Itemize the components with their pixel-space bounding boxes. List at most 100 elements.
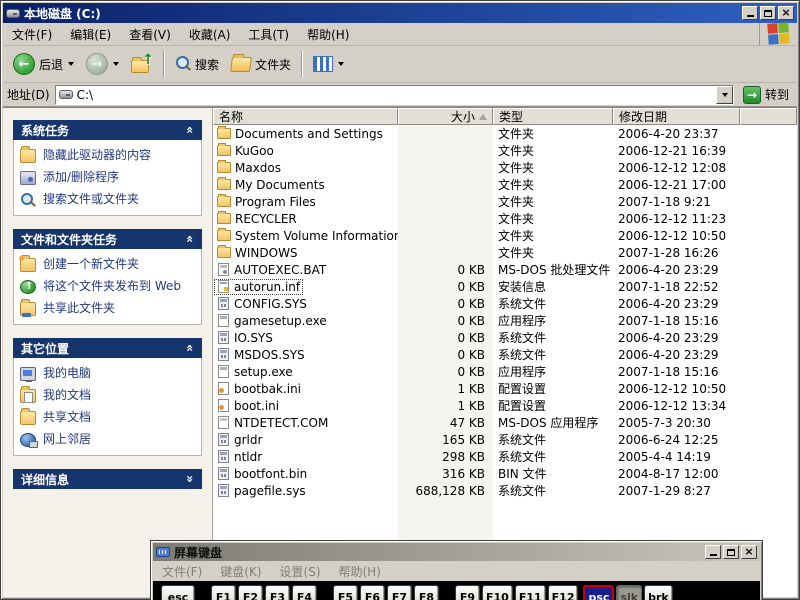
file-row[interactable]: boot.ini 1 KB 配置设置 2006-12-12 13:34	[213, 397, 797, 414]
key-F4[interactable]: F4	[292, 585, 317, 600]
task-link[interactable]: 网上邻居	[20, 432, 195, 448]
key-F8[interactable]: F8	[414, 585, 439, 600]
task-link-label: 共享此文件夹	[43, 301, 116, 315]
task-link[interactable]: 添加/删除程序	[20, 170, 195, 185]
file-row[interactable]: pagefile.sys 688,128 KB 系统文件 2007-1-29 8:27	[213, 482, 797, 499]
minimize-button[interactable]	[742, 6, 758, 20]
keyboard-menu-item[interactable]: 设置(S)	[271, 563, 330, 580]
menu-item[interactable]: 收藏(A)	[180, 26, 240, 43]
file-name-wrap: NTDETECT.COM	[215, 416, 330, 430]
file-size: 165 KB	[442, 432, 485, 447]
section-header[interactable]: 详细信息 »	[13, 469, 202, 489]
task-link[interactable]: 将这个文件夹发布到 Web	[20, 279, 195, 294]
task-link[interactable]: 搜索文件或文件夹	[20, 192, 195, 207]
file-size: 1 KB	[457, 398, 485, 413]
views-dropdown-icon[interactable]	[338, 62, 345, 66]
file-row[interactable]: bootfont.bin 316 KB BIN 文件 2004-8-17 12:00	[213, 465, 797, 482]
file-type: 系统文件	[498, 450, 547, 464]
file-row[interactable]: MSDOS.SYS 0 KB 系统文件 2006-4-20 23:29	[213, 346, 797, 363]
menu-item[interactable]: 文件(F)	[3, 26, 61, 43]
section-header[interactable]: 文件和文件夹任务 «	[13, 229, 202, 249]
key-esc[interactable]: esc	[161, 585, 195, 600]
task-link[interactable]: 我的电脑	[20, 366, 195, 382]
file-icon	[218, 348, 229, 361]
menu-item[interactable]: 编辑(E)	[61, 26, 120, 43]
file-name: gamesetup.exe	[234, 313, 327, 328]
file-row[interactable]: grldr 165 KB 系统文件 2006-6-24 12:25	[213, 431, 797, 448]
file-row[interactable]: AUTOEXEC.BAT 0 KB MS-DOS 批处理文件 2006-4-20 23…	[213, 261, 797, 278]
minimize-button[interactable]	[705, 545, 721, 559]
forward-button[interactable]: →	[81, 49, 124, 79]
file-row[interactable]: Maxdos 文件夹 2006-12-12 12:08	[213, 159, 797, 176]
file-size	[398, 193, 493, 210]
menu-item[interactable]: 帮助(H)	[298, 26, 358, 43]
column-header-size[interactable]: 大小	[398, 108, 493, 125]
key-F2[interactable]: F2	[238, 585, 263, 600]
folders-button[interactable]: 文件夹	[226, 52, 296, 77]
file-row[interactable]: bootbak.ini 1 KB 配置设置 2006-12-12 10:50	[213, 380, 797, 397]
key-psc[interactable]: psc	[583, 585, 615, 600]
column-header-date[interactable]: 修改日期	[613, 108, 740, 125]
back-label: 后退	[39, 57, 64, 72]
section-header[interactable]: 系统任务 «	[13, 120, 202, 140]
back-button[interactable]: ← 后退	[8, 49, 79, 79]
views-button[interactable]	[308, 52, 349, 76]
file-type: 系统文件	[498, 331, 547, 345]
task-link-label: 网上邻居	[43, 432, 92, 446]
close-button[interactable]: ×	[778, 6, 794, 20]
file-row[interactable]: autorun.inf 0 KB 安装信息 2007-1-18 22:52	[213, 278, 797, 295]
task-link[interactable]: 我的文档	[20, 386, 195, 403]
back-dropdown-icon[interactable]	[68, 62, 75, 66]
task-link[interactable]: 隐藏此驱动器的内容	[20, 146, 195, 163]
file-row[interactable]: My Documents 文件夹 2006-12-21 17:00	[213, 176, 797, 193]
file-row[interactable]: NTDETECT.COM 47 KB MS-DOS 应用程序 2005-7-3 20:…	[213, 414, 797, 431]
task-link[interactable]: 创建一个新文件夹	[19, 255, 195, 272]
key-F6[interactable]: F6	[360, 585, 385, 600]
column-header-name[interactable]: 名称	[213, 108, 398, 125]
file-row[interactable]: gamesetup.exe 0 KB 应用程序 2007-1-18 15:16	[213, 312, 797, 329]
maximize-button[interactable]	[723, 545, 739, 559]
file-row[interactable]: System Volume Information 文件夹 2006-12-12 1…	[213, 227, 797, 244]
key-F3[interactable]: F3	[265, 585, 290, 600]
maximize-button[interactable]	[760, 6, 776, 20]
key-F9[interactable]: F9	[455, 585, 480, 600]
key-brk[interactable]: brk	[644, 585, 673, 600]
file-date: 2006-12-12 13:34	[618, 398, 727, 413]
key-F5[interactable]: F5	[333, 585, 358, 600]
task-link[interactable]: 共享此文件夹	[20, 299, 195, 317]
file-icon	[218, 365, 229, 378]
key-F7[interactable]: F7	[387, 585, 412, 600]
file-name: ntldr	[234, 449, 263, 464]
file-row[interactable]: setup.exe 0 KB 应用程序 2007-1-18 15:16	[213, 363, 797, 380]
keyboard-menu-item[interactable]: 键盘(K)	[211, 563, 270, 580]
up-button[interactable]: ↑	[126, 51, 158, 77]
file-row[interactable]: Program Files 文件夹 2007-1-18 9:21	[213, 193, 797, 210]
menu-item[interactable]: 工具(T)	[239, 26, 298, 43]
go-button[interactable]: → 转到	[739, 85, 793, 104]
file-size: 0 KB	[457, 296, 485, 311]
forward-dropdown-icon[interactable]	[113, 62, 120, 66]
close-button[interactable]: ×	[741, 545, 757, 559]
column-header-type[interactable]: 类型	[493, 108, 613, 125]
key-F10[interactable]: F10	[482, 585, 513, 600]
section-header[interactable]: 其它位置 «	[13, 338, 202, 358]
file-row[interactable]: RECYCLER 文件夹 2006-12-12 11:23	[213, 210, 797, 227]
keyboard-menu-item[interactable]: 帮助(H)	[330, 563, 390, 580]
menu-item[interactable]: 查看(V)	[120, 26, 180, 43]
file-row[interactable]: ntldr 298 KB 系统文件 2005-4-4 14:19	[213, 448, 797, 465]
file-row[interactable]: CONFIG.SYS 0 KB 系统文件 2006-4-20 23:29	[213, 295, 797, 312]
keyboard-menu-item[interactable]: 文件(F)	[153, 563, 211, 580]
file-row[interactable]: IO.SYS 0 KB 系统文件 2006-4-20 23:29	[213, 329, 797, 346]
key-slk[interactable]: slk	[616, 585, 643, 600]
address-dropdown-button[interactable]	[715, 85, 733, 104]
hide-drive-icon	[20, 146, 36, 163]
key-F1[interactable]: F1	[211, 585, 236, 600]
task-link[interactable]: 共享文档	[20, 408, 195, 425]
file-row[interactable]: KuGoo 文件夹 2006-12-21 16:39	[213, 142, 797, 159]
file-row[interactable]: Documents and Settings 文件夹 2006-4-20 23:37	[213, 125, 797, 142]
search-button[interactable]: 搜索	[170, 52, 224, 77]
address-combo[interactable]: C:\	[54, 84, 734, 105]
key-F12[interactable]: F12	[547, 585, 579, 600]
key-F11[interactable]: F11	[514, 585, 546, 600]
file-row[interactable]: WINDOWS 文件夹 2007-1-28 16:26	[213, 244, 797, 261]
